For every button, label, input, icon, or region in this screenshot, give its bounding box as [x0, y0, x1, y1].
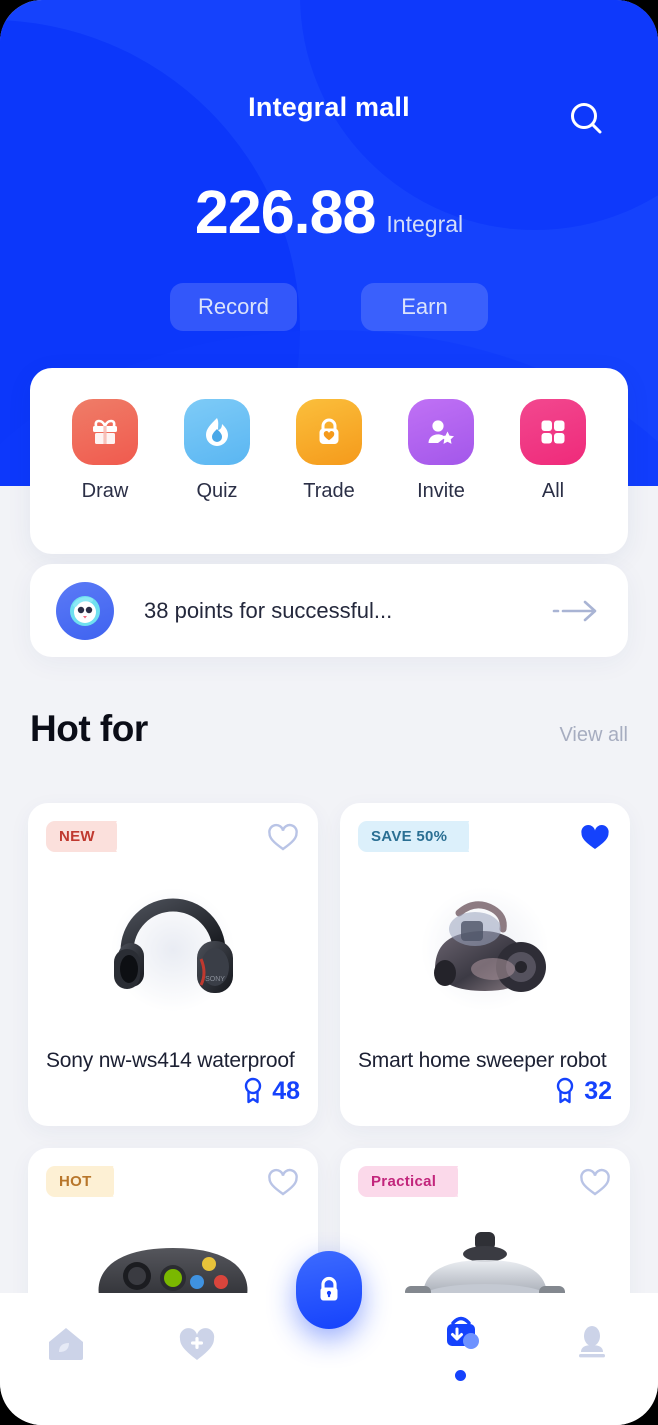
page-title: Integral mall	[248, 92, 410, 122]
product-name: Smart home sweeper robot	[358, 1049, 607, 1072]
search-button[interactable]	[564, 96, 610, 142]
product-points: 32	[553, 1077, 612, 1106]
banner-message: 38 points for successful...	[144, 597, 393, 623]
record-button[interactable]: Record	[170, 283, 297, 331]
banner-arrow-button[interactable]	[552, 598, 602, 624]
app-screen: Integral mall 226.88 Integral Record Ear…	[0, 0, 658, 1425]
product-card[interactable]: NEW SONY Sony nw-ws414 waterproof 48	[28, 803, 318, 1126]
shopping-bag-icon	[438, 1310, 484, 1361]
product-badge: SAVE 50%	[358, 821, 470, 852]
favorite-button[interactable]	[266, 821, 300, 855]
user-star-icon	[408, 399, 474, 465]
quick-action-label: Trade	[303, 480, 355, 502]
earn-button[interactable]: Earn	[361, 283, 488, 331]
quick-action-draw[interactable]: Draw	[62, 399, 148, 503]
quick-action-label: All	[541, 480, 565, 502]
product-badge: NEW	[46, 821, 117, 852]
lock-heart-icon	[296, 399, 362, 465]
search-icon	[571, 103, 602, 134]
heart-icon	[580, 1168, 610, 1196]
lock-icon	[320, 1276, 338, 1301]
quick-action-invite[interactable]: Invite	[398, 399, 484, 503]
product-card[interactable]: SAVE 50% Smart home sweeper robot 32	[340, 803, 630, 1126]
product-points: 48	[241, 1077, 300, 1106]
product-badge: Practical	[358, 1165, 459, 1197]
product-footer: 32	[358, 1077, 612, 1106]
arrow-right-icon	[552, 600, 597, 621]
medal-icon	[556, 1077, 574, 1104]
gift-icon	[72, 399, 138, 465]
card-header: SAVE 50%	[358, 821, 612, 855]
quick-action-label: Invite	[417, 480, 465, 502]
active-tab-indicator	[455, 1369, 467, 1381]
quick-action-all[interactable]: All	[510, 399, 596, 503]
favorite-button[interactable]	[266, 1166, 300, 1200]
bottom-navigation	[0, 1251, 658, 1425]
section-title: Hot for	[30, 708, 148, 749]
card-header: HOT	[46, 1165, 300, 1200]
quick-action-trade[interactable]: Trade	[286, 399, 372, 503]
header-bar: Integral mall	[0, 92, 658, 123]
heart-icon	[268, 823, 298, 851]
heart-icon	[581, 825, 609, 849]
section-header: Hot for View all	[30, 708, 628, 750]
tab-shopping-bag[interactable]	[395, 1310, 527, 1381]
flame-icon	[184, 399, 250, 465]
lock-fab-button[interactable]	[296, 1251, 362, 1329]
tab-heart-plus[interactable]	[132, 1320, 264, 1371]
view-all-link[interactable]: View all	[559, 724, 628, 747]
product-points-value: 32	[584, 1076, 612, 1105]
vacuum-cleaner-image	[358, 861, 612, 1029]
favorite-button[interactable]	[578, 1166, 612, 1200]
heart-plus-icon	[174, 1320, 220, 1371]
quick-actions-card: Draw Quiz Trade Invite All	[30, 368, 628, 554]
quick-actions-grid: Draw Quiz Trade Invite All	[30, 368, 628, 503]
hero-action-buttons: Record Earn	[0, 283, 658, 331]
product-badge: HOT	[46, 1165, 114, 1197]
product-points-value: 48	[272, 1076, 300, 1105]
stamp-icon	[569, 1320, 615, 1371]
balance-display: 226.88 Integral	[0, 182, 658, 243]
points-notice-banner[interactable]: 38 points for successful...	[30, 564, 628, 657]
svg-text:SONY: SONY	[205, 976, 225, 983]
grid-squares-icon	[520, 399, 586, 465]
tab-home-leaf[interactable]	[0, 1320, 132, 1371]
medal-icon	[244, 1077, 262, 1104]
quick-action-label: Draw	[81, 480, 129, 502]
favorite-button[interactable]	[578, 821, 612, 855]
card-header: NEW	[46, 821, 300, 855]
card-header: Practical	[358, 1165, 612, 1200]
balance-unit: Integral	[386, 211, 464, 237]
headphones-image: SONY	[46, 861, 300, 1029]
heart-icon	[268, 1168, 298, 1196]
balance-amount: 226.88	[194, 178, 377, 246]
quick-action-quiz[interactable]: Quiz	[174, 399, 260, 503]
mascot-avatar-icon	[56, 581, 114, 640]
product-footer: 48	[46, 1077, 300, 1106]
tab-stamp[interactable]	[526, 1320, 658, 1371]
home-leaf-icon	[43, 1320, 89, 1371]
quick-action-label: Quiz	[196, 480, 238, 502]
product-name: Sony nw-ws414 waterproof	[46, 1049, 295, 1072]
